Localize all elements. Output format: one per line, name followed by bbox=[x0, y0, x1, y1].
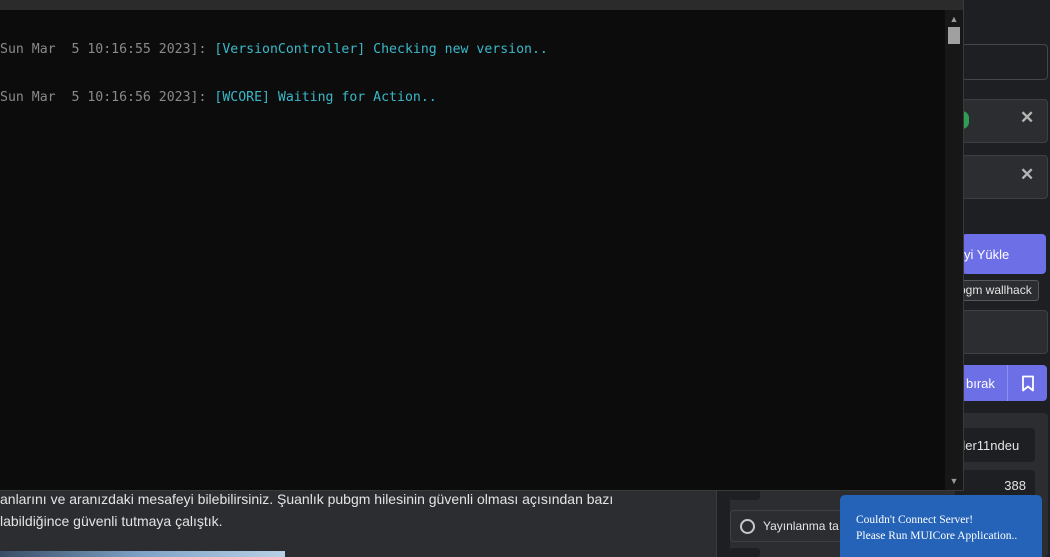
username-field: der11ndeu bbox=[955, 428, 1035, 462]
circle-icon bbox=[740, 518, 755, 534]
upload-button[interactable]: yi Yükle bbox=[962, 234, 1046, 274]
toast-message: Please Run MUICore Application.. bbox=[856, 530, 1018, 542]
console-message: [VersionController] Checking new version… bbox=[214, 42, 548, 57]
console-titlebar[interactable] bbox=[0, 0, 963, 10]
sidebar-card-2 bbox=[962, 155, 1048, 199]
console-message: [WCORE] Waiting for Action.. bbox=[214, 90, 437, 105]
article-line-1: anlarını ve aranızdaki mesafeyi bilebili… bbox=[0, 491, 614, 507]
bookmark-icon bbox=[1021, 375, 1034, 391]
publish-label: Yayınlanma ta bbox=[763, 519, 839, 533]
error-toast[interactable]: Couldn't Connect Server! Please Run MUIC… bbox=[840, 495, 1042, 557]
scroll-down-arrow-icon[interactable]: ▼ bbox=[945, 474, 963, 488]
console-window[interactable]: Sun Mar 5 10:16:55 2023]: [VersionContro… bbox=[0, 0, 964, 491]
upload-button-label: yi Yükle bbox=[964, 246, 1010, 262]
scroll-up-arrow-icon[interactable]: ▲ bbox=[945, 12, 963, 26]
article-image bbox=[0, 551, 285, 557]
count-text: 388 bbox=[1004, 477, 1026, 493]
sidebar-card-3 bbox=[962, 310, 1048, 354]
console-scrollbar[interactable]: ▲ ▼ bbox=[945, 10, 963, 490]
username-text: der11ndeu bbox=[958, 437, 1020, 453]
article-line-2: labildiğince güvenli tutmaya çalıştık. bbox=[0, 513, 223, 529]
sidebar-card-1 bbox=[962, 99, 1048, 143]
leave-comment-label: bırak bbox=[966, 375, 995, 391]
close-icon[interactable]: ✕ bbox=[1020, 165, 1034, 185]
console-output: Sun Mar 5 10:16:55 2023]: [VersionContro… bbox=[0, 10, 945, 138]
close-icon[interactable]: ✕ bbox=[1020, 108, 1034, 128]
publish-date-row: Yayınlanma ta bbox=[730, 510, 852, 542]
toast-title: Couldn't Connect Server! bbox=[856, 514, 974, 526]
console-timestamp: Sun Mar 5 10:16:56 2023]: bbox=[0, 90, 207, 105]
tag-chip[interactable]: bgm wallhack bbox=[952, 280, 1039, 301]
sidebar-input-field[interactable] bbox=[962, 44, 1048, 80]
info-row-icon-box bbox=[730, 548, 760, 557]
console-line: Sun Mar 5 10:16:56 2023]: [WCORE] Waitin… bbox=[0, 90, 945, 106]
article-text: anlarını ve aranızdaki mesafeyi bilebili… bbox=[0, 488, 700, 532]
leave-comment-button[interactable]: bırak bbox=[962, 365, 1010, 401]
console-line: Sun Mar 5 10:16:55 2023]: [VersionContro… bbox=[0, 42, 945, 58]
console-timestamp: Sun Mar 5 10:16:55 2023]: bbox=[0, 42, 207, 57]
scroll-thumb[interactable] bbox=[948, 27, 960, 44]
bookmark-button[interactable] bbox=[1007, 365, 1047, 401]
